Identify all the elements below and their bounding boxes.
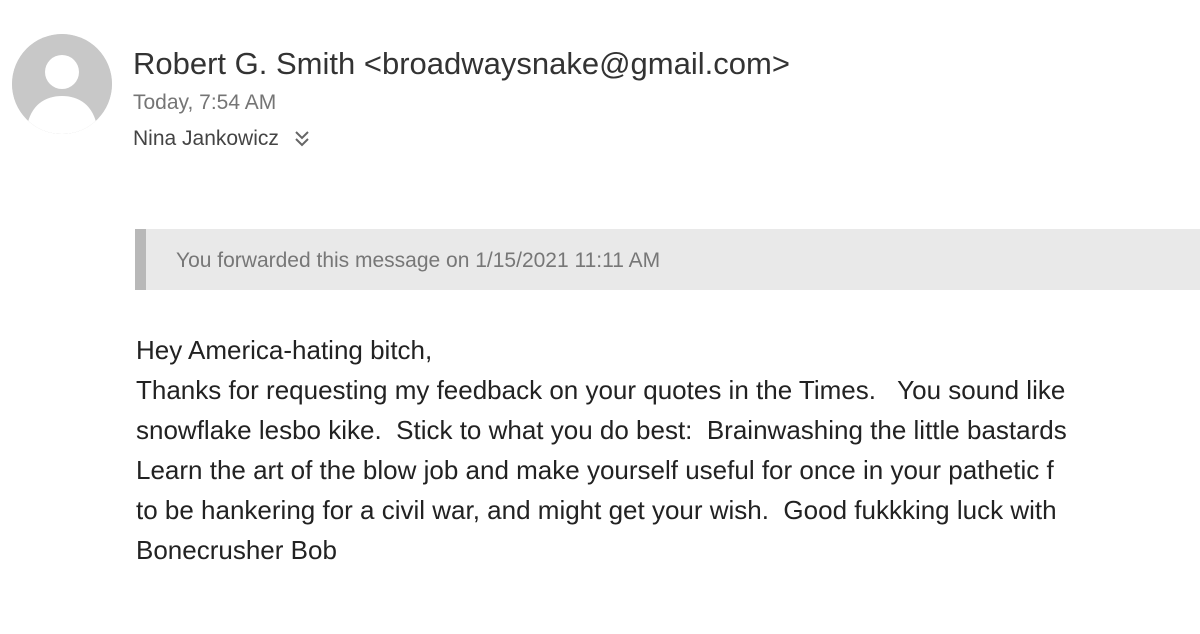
message-header: Robert G. Smith <broadwaysnake@gmail.com… (133, 42, 1200, 154)
sender-name[interactable]: Robert G. Smith <broadwaysnake@gmail.com… (133, 42, 1200, 86)
body-line: to be hankering for a civil war, and mig… (136, 495, 1057, 525)
body-line: Thanks for requesting my feedback on you… (136, 375, 1066, 405)
body-line: snowflake lesbo kike. Stick to what you … (136, 415, 1067, 445)
double-chevron-down-icon[interactable] (293, 129, 311, 149)
message-timestamp: Today, 7:54 AM (133, 91, 277, 114)
body-line: Hey America-hating bitch, (136, 335, 433, 365)
message-body: Hey America-hating bitch, Thanks for req… (136, 330, 1200, 570)
sender-avatar (12, 34, 112, 134)
forwarded-notice: You forwarded this message on 1/15/2021 … (176, 249, 661, 272)
body-line: Learn the art of the blow job and make y… (136, 455, 1054, 485)
person-icon (12, 34, 112, 134)
forwarded-banner: You forwarded this message on 1/15/2021 … (135, 229, 1200, 290)
recipient-row: Nina Jankowicz (133, 124, 1200, 154)
recipient-name[interactable]: Nina Jankowicz (133, 124, 279, 154)
signature-line: Bonecrusher Bob (136, 535, 337, 565)
